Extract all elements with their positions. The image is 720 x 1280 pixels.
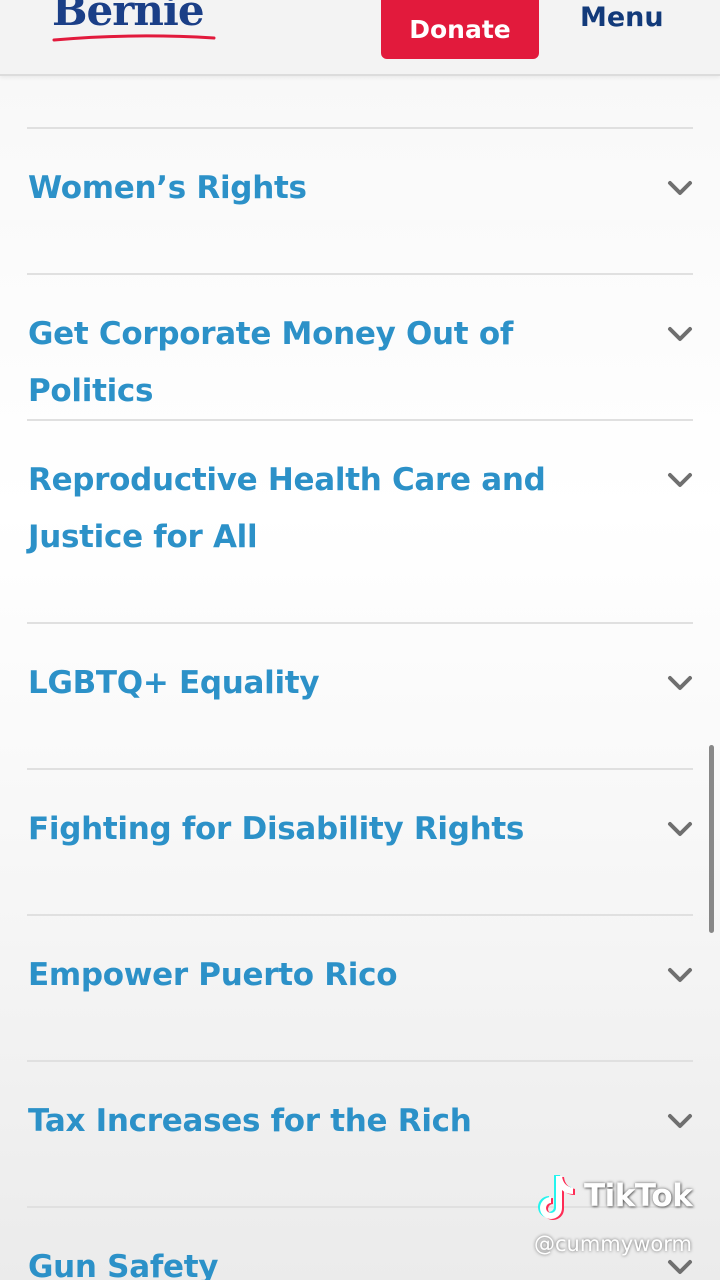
accordion-title: Women’s Rights: [28, 170, 307, 206]
accordion-title: Fighting for Disability Rights: [28, 811, 525, 847]
page: Bernie Donate Menu Women’s Rights Get Co…: [0, 0, 720, 1280]
divider: [27, 419, 693, 421]
accordion-title: Reproductive Health Care and Justice for…: [28, 462, 546, 555]
divider: [27, 622, 693, 624]
chevron-down-icon: [668, 968, 692, 982]
tiktok-logo-icon: [538, 1175, 575, 1220]
accordion-title: LGBTQ+ Equality: [28, 665, 320, 701]
chevron-down-icon: [668, 473, 692, 487]
accordion-item-disability-rights[interactable]: Fighting for Disability Rights: [27, 801, 693, 861]
tiktok-brand: TikTok: [584, 1178, 693, 1214]
chevron-down-icon: [668, 181, 692, 195]
logo-swoosh: [52, 34, 216, 42]
scrollbar-thumb[interactable]: [709, 745, 714, 933]
tiktok-watermark: TikTok @cummyworm: [534, 1172, 706, 1262]
accordion-item-corporate-money[interactable]: Get Corporate Money Out of Politics: [27, 306, 693, 409]
logo-text: Bernie: [52, 0, 205, 35]
menu-button[interactable]: Menu: [580, 2, 664, 33]
accordion-title: Empower Puerto Rico: [28, 957, 398, 993]
accordion-title: Tax Increases for the Rich: [28, 1103, 472, 1139]
divider: [27, 768, 693, 770]
tiktok-username: @cummyworm: [534, 1232, 692, 1256]
accordion-title: Get Corporate Money Out of Politics: [28, 316, 514, 409]
bernie-logo[interactable]: Bernie: [52, 0, 216, 50]
accordion-item-reproductive-health[interactable]: Reproductive Health Care and Justice for…: [27, 452, 693, 572]
divider: [27, 273, 693, 275]
divider: [27, 914, 693, 916]
accordion-item-puerto-rico[interactable]: Empower Puerto Rico: [27, 947, 693, 1007]
chevron-down-icon: [668, 822, 692, 836]
site-header: Bernie Donate Menu: [0, 0, 720, 76]
accordion-item-tax-increases[interactable]: Tax Increases for the Rich: [27, 1093, 693, 1153]
divider: [27, 127, 693, 129]
chevron-down-icon: [668, 1114, 692, 1128]
chevron-down-icon: [668, 676, 692, 690]
divider: [27, 1060, 693, 1062]
accordion-item-lgbtq-equality[interactable]: LGBTQ+ Equality: [27, 655, 693, 715]
donate-button[interactable]: Donate: [381, 0, 539, 59]
chevron-down-icon: [668, 327, 692, 341]
accordion-item-womens-rights[interactable]: Women’s Rights: [27, 160, 693, 220]
